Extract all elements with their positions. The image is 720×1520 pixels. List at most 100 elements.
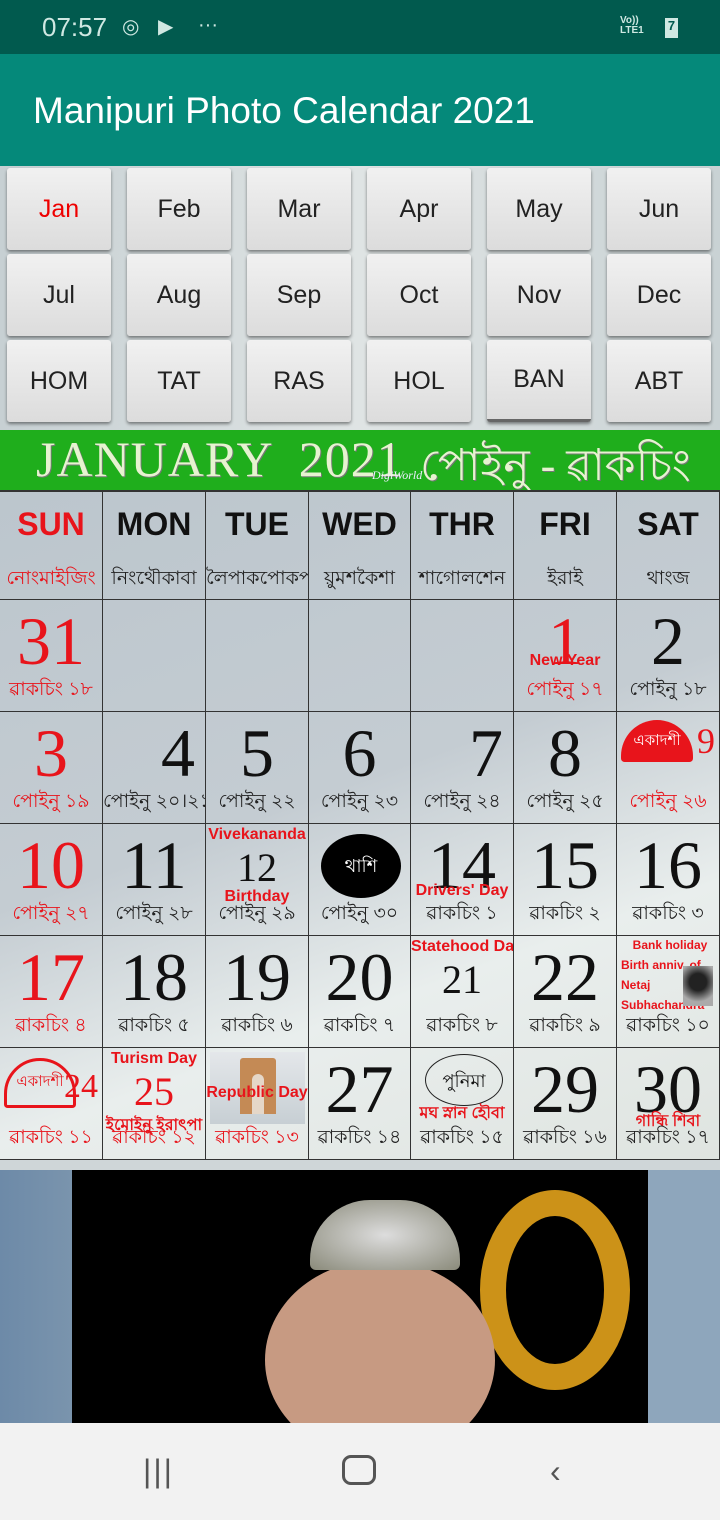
day-number: 29 [531,1051,599,1127]
weekday-manipuri: য়ুমশকৈশা [323,568,395,589]
weekday-english: FRI [539,506,591,542]
manipuri-date: পোইনু ৩০ [320,903,399,924]
month-button-apr[interactable]: Apr [367,168,471,250]
home-icon[interactable] [342,1455,376,1485]
manipuri-date: ৱাকচিং ৬ [221,1015,293,1036]
day-cell[interactable]: 8 পোইনু ২৫ [514,712,617,824]
manipuri-date: ৱাকচিং ১০ [626,1015,710,1036]
moon-phase-circle: পুনিমা [425,1054,503,1106]
event-note: Turism Day [111,1050,197,1067]
day-cell [309,600,411,712]
day-cell[interactable]: Republic Day ৱাকচিং ১৩ [206,1048,309,1160]
day-number: 21 [442,957,482,1002]
day-cell[interactable]: 17 ৱাকচিং ৪ [0,936,103,1048]
day-cell[interactable]: 5 পোইনু ২২ [206,712,309,824]
day-cell[interactable]: 15 ৱাকচিং ২ [514,824,617,936]
weekday-header-sun: SUN নোংমাইজিং [0,492,103,600]
day-cell [206,600,309,712]
day-cell[interactable]: 27 ৱাকচিং ১৪ [309,1048,411,1160]
month-button-dec[interactable]: Dec [607,254,711,336]
weekday-manipuri: নিংথৌকাবা [111,568,197,589]
manipuri-date: ৱাকচিং ১১ [9,1127,93,1148]
month-button-mar[interactable]: Mar [247,168,351,250]
day-number: 16 [634,827,702,903]
month-button-ban[interactable]: BAN [487,340,591,422]
day-cell[interactable]: Bank holiday Birth anniv. of Netaj Subhacha… [617,936,720,1048]
day-number: 27 [325,1051,394,1127]
weekday-manipuri: থাংজ [646,568,690,589]
month-button-may[interactable]: May [487,168,591,250]
day-cell[interactable]: 25 Turism Day ইমোইনু ইরাৎপা ৱাকচিং ১২ [103,1048,206,1160]
manipuri-date: ৱাকচিং ৭ [323,1015,396,1036]
play-store-icon: ▶ [158,16,174,38]
day-number: 17 [17,939,85,1015]
day-cell[interactable]: একাদশী 9 পোইনু ২৬ [617,712,720,824]
day-number: 7 [469,715,503,791]
banner-month-english: JANUARY 2021 [36,431,403,487]
month-button-hol[interactable]: HOL [367,340,471,422]
banner-watermark: DigiWorld [372,468,423,482]
day-number: 25 [134,1069,174,1114]
day-cell[interactable]: 1 New Year পোইনু ১৭ [514,600,617,712]
month-button-aug[interactable]: Aug [127,254,231,336]
day-cell[interactable]: 11 পোইনু ২৮ [103,824,206,936]
weekday-english: SAT [637,506,699,542]
day-cell[interactable]: 14 Drivers' Day ৱাকচিং ১ [411,824,514,936]
day-cell[interactable]: 12 Vivekananda Birthday পোইনু ২৯ [206,824,309,936]
event-note: Republic Day [206,1084,308,1101]
day-cell[interactable]: 4 পোইনু ২০।২১ [103,712,206,824]
day-number: 12 [237,845,277,890]
month-button-tat[interactable]: TAT [127,340,231,422]
manipuri-date: ৱাকচিং ৩ [632,903,704,924]
weekday-english: SUN [17,506,85,542]
weekday-english: THR [429,506,495,542]
month-button-ras[interactable]: RAS [247,340,351,422]
month-button-jul[interactable]: Jul [7,254,111,336]
weekday-english: TUE [225,506,289,542]
day-cell[interactable]: 7 পোইনু ২৪ [411,712,514,824]
day-number: 20 [325,939,394,1015]
manipuri-date: ৱাকচিং ১৬ [523,1127,607,1148]
month-button-sep[interactable]: Sep [247,254,351,336]
event-note: Statehood Day [411,938,514,955]
manipuri-date: ৱাকচিং ৮ [426,1015,498,1036]
network-indicator: Vo)) LTE1 [620,15,644,36]
day-cell[interactable]: 6 পোইনু ২৩ [309,712,411,824]
day-cell[interactable]: থাশি পোইনু ৩০ [309,824,411,936]
status-bar: 07:57 ◎ ▶ ··· Vo)) LTE1 7 [0,0,720,54]
day-cell[interactable]: 18 ৱাকচিং ৫ [103,936,206,1048]
manipuri-date: ৱাকচিং ৫ [118,1015,190,1036]
day-cell[interactable]: 29 ৱাকচিং ১৬ [514,1048,617,1160]
day-cell [103,600,206,712]
day-cell[interactable]: 19 ৱাকচিং ৬ [206,936,309,1048]
month-button-feb[interactable]: Feb [127,168,231,250]
day-cell[interactable]: 30 গান্ধি শিবা ৱাকচিং ১৭ [617,1048,720,1160]
month-button-hom[interactable]: HOM [7,340,111,422]
day-cell[interactable]: 31 ৱাকচিং ১৮ [0,600,103,712]
weekday-english: MON [116,506,192,542]
day-cell[interactable]: 21 Statehood Day ৱাকচিং ৮ [411,936,514,1048]
day-cell[interactable]: 10 পোইনু ২৭ [0,824,103,936]
manipuri-date: পোইনু ১৭ [526,679,604,700]
month-button-abt[interactable]: ABT [607,340,711,422]
manipuri-date: পোইনু ২৯ [218,903,296,924]
weekday-header-mon: MON নিংথৌকাবা [103,492,206,600]
recent-apps-icon[interactable]: ||| [143,1453,174,1490]
day-cell[interactable]: একাদশী 24 ৱাকচিং ১১ [0,1048,103,1160]
day-cell[interactable]: 22 ৱাকচিং ৯ [514,936,617,1048]
manipuri-date: ৱাকচিং ২ [529,903,601,924]
day-cell[interactable]: 2 পোইনু ১৮ [617,600,720,712]
day-cell[interactable]: পুনিমা মঘ স্নান হৌবা ৱাকচিং ১৫ [411,1048,514,1160]
day-number: 11 [121,827,187,903]
netaji-portrait [683,966,713,1006]
month-button-jan[interactable]: Jan [7,168,111,250]
month-button-oct[interactable]: Oct [367,254,471,336]
weekday-manipuri: লৈপাকপোকপা [206,568,309,589]
event-note: New Year [529,652,601,669]
month-button-jun[interactable]: Jun [607,168,711,250]
month-button-nov[interactable]: Nov [487,254,591,336]
day-cell[interactable]: 16 ৱাকচিং ৩ [617,824,720,936]
day-cell[interactable]: 20 ৱাকচিং ৭ [309,936,411,1048]
day-cell[interactable]: 3 পোইনু ১৯ [0,712,103,824]
back-icon[interactable]: ‹ [550,1453,561,1490]
